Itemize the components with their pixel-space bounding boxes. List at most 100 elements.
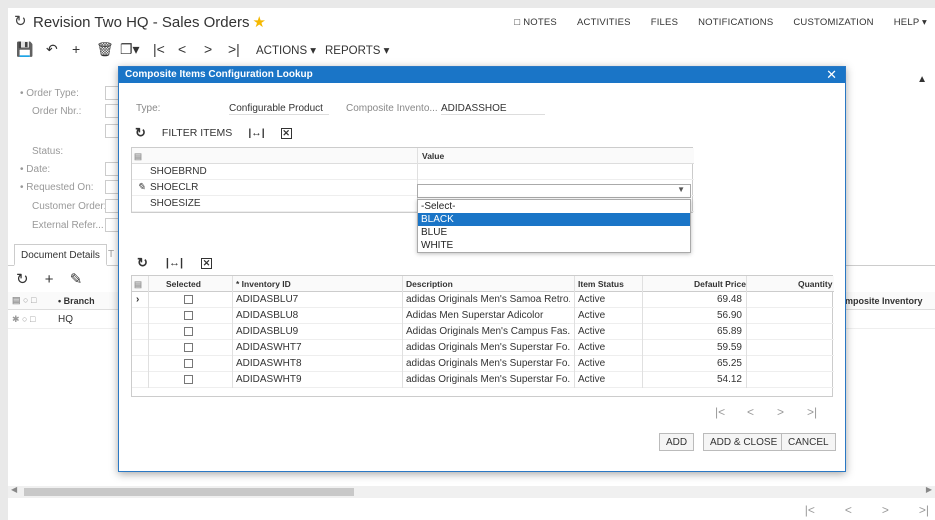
prev-record-icon[interactable]: < bbox=[178, 38, 186, 60]
date-field[interactable] bbox=[105, 162, 119, 176]
selected-column-header[interactable]: Selected bbox=[166, 279, 201, 289]
composite-inventory-column-header[interactable]: Composite Inventory bbox=[833, 296, 923, 306]
item-inventory-id[interactable]: ADIDASWHT8 bbox=[236, 358, 302, 369]
item-price[interactable]: 65.25 bbox=[646, 358, 742, 369]
items-first-page-icon[interactable]: |< bbox=[715, 405, 725, 419]
item-status[interactable]: Active bbox=[578, 294, 605, 305]
item-description[interactable]: Adidas Originals Men's Campus Fas... bbox=[406, 326, 570, 337]
items-next-page-icon[interactable]: > bbox=[777, 405, 784, 419]
item-description[interactable]: adidas Originals Men's Superstar Fo... bbox=[406, 342, 570, 353]
activities-link[interactable]: ACTIVITIES bbox=[577, 17, 631, 28]
item-description[interactable]: Adidas Men Superstar Adicolor bbox=[406, 310, 570, 321]
grid-edit-icon[interactable]: ✎ bbox=[70, 271, 83, 288]
item-description[interactable]: adidas Originals Men's Superstar Fo... bbox=[406, 374, 570, 385]
item-row[interactable]: ADIDASWHT8 adidas Originals Men's Superst… bbox=[132, 356, 834, 372]
dropdown-option[interactable]: BLUE bbox=[418, 226, 690, 239]
items-export-icon[interactable]: ✕ bbox=[201, 257, 213, 269]
item-row[interactable]: ADIDASBLU8 Adidas Men Superstar Adicolor A… bbox=[132, 308, 834, 324]
scroll-right-icon[interactable]: ▶ bbox=[926, 485, 932, 494]
item-status[interactable]: Active bbox=[578, 342, 605, 353]
favorite-star-icon[interactable]: ★ bbox=[252, 14, 265, 31]
pager-next-icon[interactable]: > bbox=[882, 503, 889, 517]
save-icon[interactable]: 💾 bbox=[16, 38, 33, 60]
select-checkbox[interactable] bbox=[184, 311, 193, 320]
undo-icon[interactable]: ↶ bbox=[46, 38, 58, 60]
dropdown-option[interactable]: WHITE bbox=[418, 239, 690, 252]
reports-menu[interactable]: REPORTS ▾ bbox=[325, 43, 389, 57]
quantity-column-header[interactable]: Quantity bbox=[798, 279, 832, 289]
cancel-button[interactable]: CANCEL bbox=[781, 433, 836, 451]
scroll-left-icon[interactable]: ◀ bbox=[11, 485, 17, 494]
item-price[interactable]: 56.90 bbox=[646, 310, 742, 321]
select-checkbox[interactable] bbox=[184, 375, 193, 384]
dropdown-option[interactable]: -Select- bbox=[418, 200, 690, 213]
hold-checkbox[interactable] bbox=[105, 124, 119, 138]
item-price[interactable]: 69.48 bbox=[646, 294, 742, 305]
add-icon[interactable]: + bbox=[72, 38, 80, 60]
item-inventory-id[interactable]: ADIDASBLU7 bbox=[236, 294, 298, 305]
select-checkbox[interactable] bbox=[184, 327, 193, 336]
collapse-up-icon[interactable]: ▲ bbox=[917, 74, 927, 85]
actions-menu[interactable]: ACTIONS ▾ bbox=[256, 43, 316, 57]
close-icon[interactable]: ✕ bbox=[826, 67, 837, 83]
item-row[interactable]: › ADIDASBLU7 adidas Originals Men's Samoa … bbox=[132, 292, 834, 308]
filter-refresh-icon[interactable]: ↻ bbox=[135, 125, 146, 141]
item-status[interactable]: Active bbox=[578, 310, 605, 321]
value-select[interactable]: ▼ bbox=[417, 184, 691, 198]
item-status[interactable]: Active bbox=[578, 374, 605, 385]
item-row[interactable]: ADIDASWHT9 adidas Originals Men's Superst… bbox=[132, 372, 834, 388]
item-description[interactable]: adidas Originals Men's Samoa Retro... bbox=[406, 294, 570, 305]
first-record-icon[interactable]: |< bbox=[153, 38, 165, 60]
select-checkbox[interactable] bbox=[184, 343, 193, 352]
tab-next[interactable]: T bbox=[108, 249, 114, 260]
description-column-header[interactable]: Description bbox=[406, 279, 453, 289]
last-record-icon[interactable]: >| bbox=[228, 38, 240, 60]
refresh-icon[interactable]: ↻ bbox=[14, 12, 27, 30]
delete-icon[interactable]: 🗑 bbox=[96, 38, 114, 60]
requested-on-field[interactable] bbox=[105, 180, 119, 194]
item-row[interactable]: ADIDASWHT7 adidas Originals Men's Superst… bbox=[132, 340, 834, 356]
item-price[interactable]: 54.12 bbox=[646, 374, 742, 385]
item-status-column-header[interactable]: Item Status bbox=[578, 279, 624, 289]
order-type-field[interactable] bbox=[105, 86, 119, 100]
branch-column-header[interactable]: • Branch bbox=[58, 296, 95, 306]
fit-columns-icon[interactable]: |↔| bbox=[248, 127, 264, 139]
pager-last-icon[interactable]: >| bbox=[919, 503, 929, 517]
customer-order-field[interactable] bbox=[105, 199, 119, 213]
notes-link[interactable]: □ NOTES bbox=[514, 17, 557, 28]
items-last-page-icon[interactable]: >| bbox=[807, 405, 817, 419]
tab-document-details[interactable]: Document Details bbox=[14, 244, 107, 266]
scroll-thumb[interactable] bbox=[24, 488, 354, 496]
item-price[interactable]: 59.59 bbox=[646, 342, 742, 353]
customization-link[interactable]: CUSTOMIZATION bbox=[793, 17, 873, 28]
order-nbr-field[interactable] bbox=[105, 104, 119, 118]
items-grid-settings-icon[interactable]: ▤ bbox=[134, 279, 142, 290]
next-record-icon[interactable]: > bbox=[204, 38, 212, 60]
pager-prev-icon[interactable]: < bbox=[845, 503, 852, 517]
grid-add-icon[interactable]: + bbox=[45, 271, 54, 288]
value-column-header[interactable]: Value bbox=[422, 151, 444, 161]
notifications-link[interactable]: NOTIFICATIONS bbox=[698, 17, 773, 28]
item-price[interactable]: 65.89 bbox=[646, 326, 742, 337]
horizontal-scrollbar[interactable]: ◀ ▶ bbox=[8, 485, 935, 498]
item-inventory-id[interactable]: ADIDASBLU9 bbox=[236, 326, 298, 337]
item-inventory-id[interactable]: ADIDASWHT7 bbox=[236, 342, 302, 353]
add-button[interactable]: ADD bbox=[659, 433, 695, 451]
item-status[interactable]: Active bbox=[578, 326, 605, 337]
files-link[interactable]: FILES bbox=[651, 17, 678, 28]
item-description[interactable]: adidas Originals Men's Superstar Fo... bbox=[406, 358, 570, 369]
item-inventory-id[interactable]: ADIDASWHT9 bbox=[236, 374, 302, 385]
pager-first-icon[interactable]: |< bbox=[805, 503, 815, 517]
item-row[interactable]: ADIDASBLU9 Adidas Originals Men's Campus … bbox=[132, 324, 834, 340]
select-checkbox[interactable] bbox=[184, 359, 193, 368]
inventory-id-column-header[interactable]: * Inventory ID bbox=[236, 279, 291, 289]
filter-items-button[interactable]: FILTER ITEMS bbox=[162, 127, 232, 139]
items-fit-columns-icon[interactable]: |↔| bbox=[166, 257, 183, 269]
item-status[interactable]: Active bbox=[578, 358, 605, 369]
external-ref-field[interactable] bbox=[105, 218, 119, 232]
grid-refresh-icon[interactable]: ↻ bbox=[16, 271, 29, 288]
copy-icon[interactable]: ❐▾ bbox=[120, 38, 140, 60]
add-and-close-button[interactable]: ADD & CLOSE bbox=[703, 433, 785, 451]
select-checkbox[interactable] bbox=[184, 295, 193, 304]
default-price-column-header[interactable]: Default Price bbox=[694, 279, 746, 289]
